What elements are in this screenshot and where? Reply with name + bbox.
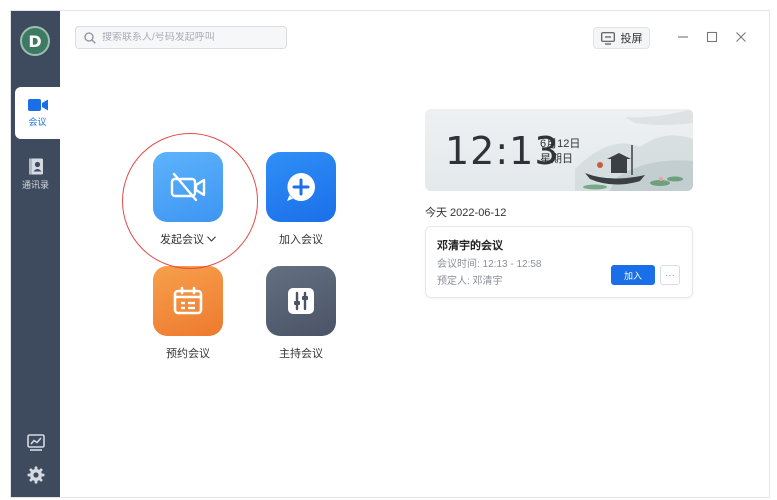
- meeting-time: 会议时间: 12:13 - 12:58: [437, 255, 542, 270]
- video-off-icon: [168, 171, 208, 203]
- start-meeting-label: 发起会议: [160, 231, 204, 247]
- clock-banner: 12:13 6月12日 星期日: [425, 109, 693, 191]
- video-camera-icon: [28, 98, 48, 112]
- host-meeting-label: 主持会议: [279, 345, 323, 361]
- sidebar-item-label: 会议: [28, 115, 46, 128]
- plus-bubble-icon: [284, 170, 318, 204]
- sidebar-item-label: 通讯录: [22, 178, 49, 191]
- sidebar-item-meeting[interactable]: 会议: [15, 87, 60, 139]
- search-input[interactable]: [102, 32, 282, 43]
- minimize-icon: [677, 31, 689, 43]
- maximize-button[interactable]: [704, 29, 720, 45]
- meeting-host: 预定人: 邓清宇: [437, 272, 503, 287]
- host-meeting-tile[interactable]: [266, 266, 336, 336]
- calendar-icon: [172, 286, 204, 316]
- contacts-icon: [28, 158, 44, 175]
- gear-icon[interactable]: [25, 464, 47, 486]
- schedule-meeting-label: 预约会议: [166, 345, 210, 361]
- app-window: D 会议 通讯录: [10, 10, 770, 498]
- clock-weekday: 星期日: [540, 150, 573, 166]
- start-meeting-button[interactable]: 发起会议: [143, 152, 233, 247]
- cast-screen-icon: [601, 32, 615, 45]
- search-box[interactable]: [75, 26, 287, 49]
- cast-screen-button[interactable]: 投屏: [593, 27, 650, 49]
- sidebar: D 会议 通讯录: [11, 11, 60, 497]
- schedule-meeting-tile[interactable]: [153, 266, 223, 336]
- close-icon: [735, 31, 747, 43]
- close-button[interactable]: [733, 29, 749, 45]
- stats-chart-icon[interactable]: [25, 431, 47, 453]
- clock-date: 6月12日: [540, 135, 580, 151]
- chevron-down-icon[interactable]: [207, 236, 216, 242]
- join-meeting-button[interactable]: 加入会议: [256, 152, 346, 247]
- schedule-meeting-button[interactable]: 预约会议: [143, 266, 233, 361]
- app-logo: D: [20, 26, 50, 56]
- sliders-icon: [286, 286, 316, 316]
- join-meeting-label: 加入会议: [279, 231, 323, 247]
- search-icon: [84, 32, 96, 44]
- today-date-label: 今天 2022-06-12: [425, 204, 506, 220]
- host-meeting-button[interactable]: 主持会议: [256, 266, 346, 361]
- meeting-title: 邓清宇的会议: [437, 237, 503, 253]
- meeting-card[interactable]: 邓清宇的会议 会议时间: 12:13 - 12:58 预定人: 邓清宇 加入 ·…: [425, 226, 693, 298]
- cast-label: 投屏: [621, 30, 643, 46]
- more-options-button[interactable]: ···: [660, 265, 680, 285]
- join-button[interactable]: 加入: [611, 265, 655, 285]
- start-meeting-tile[interactable]: [153, 152, 223, 222]
- join-meeting-tile[interactable]: [266, 152, 336, 222]
- sidebar-item-contacts[interactable]: 通讯录: [11, 148, 60, 200]
- maximize-icon: [706, 31, 718, 43]
- minimize-button[interactable]: [675, 29, 691, 45]
